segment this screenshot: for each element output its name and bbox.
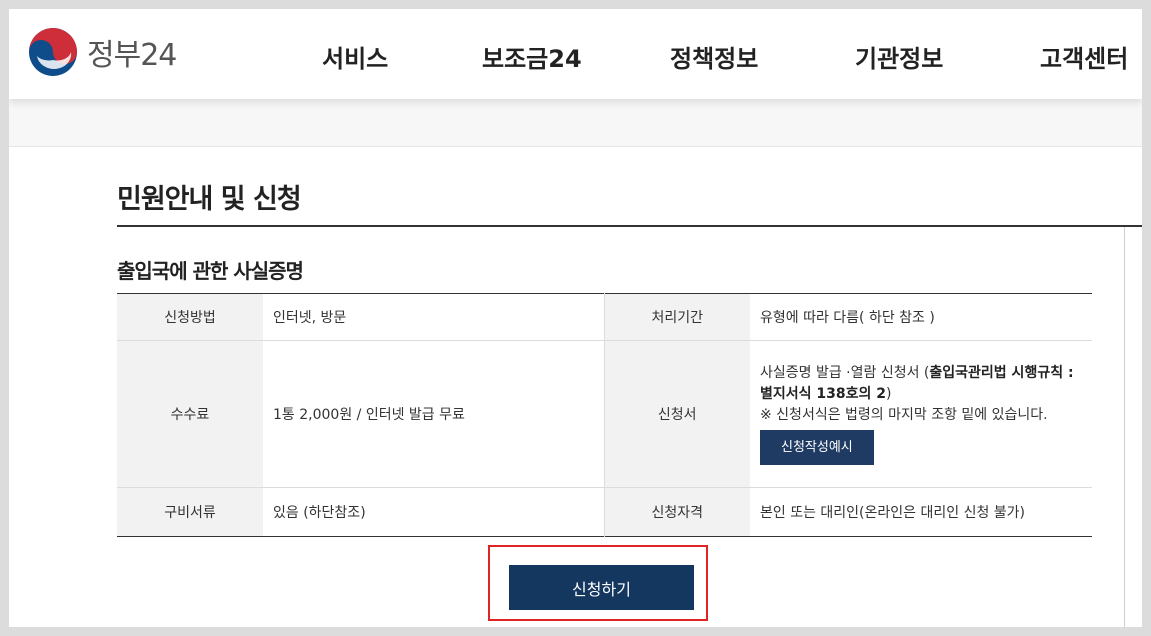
nav-item-policy-info[interactable]: 정책정보 xyxy=(670,39,758,74)
petition-info-table: 신청방법 인터넷, 방문 처리기간 유형에 따라 다름( 하단 참조 ) 수수료… xyxy=(117,293,1092,537)
nav-item-customer-center[interactable]: 고객센터 xyxy=(1040,39,1128,74)
table-row: 구비서류 있음 (하단참조) 신청자격 본인 또는 대리인(온라인은 대리인 신… xyxy=(117,487,1092,537)
table-row: 수수료 1통 2,000원 / 인터넷 발급 무료 신청서 사실증명 발급 ·열… xyxy=(117,340,1092,488)
form-description: 사실증명 발급 ·열람 신청서 (출입국관리법 시행규칙 : 별지서식 138호… xyxy=(750,340,1092,488)
sub-header-band xyxy=(9,99,1142,147)
nav-item-services[interactable]: 서비스 xyxy=(322,39,388,74)
fee-value: 1통 2,000원 / 인터넷 발급 무료 xyxy=(263,340,605,488)
nav-item-subsidy24[interactable]: 보조금24 xyxy=(482,39,582,74)
title-divider xyxy=(117,225,1142,227)
browser-viewport: 정부24 서비스 보조금24 정책정보 기관정보 고객센터 민원안내 및 신청 … xyxy=(9,9,1142,627)
main-nav: 서비스 보조금24 정책정보 기관정보 고객센터 xyxy=(9,39,1142,79)
page-title: 민원안내 및 신청 xyxy=(117,184,302,215)
form-example-button[interactable]: 신청작성예시 xyxy=(760,430,874,465)
method-label: 신청방법 xyxy=(117,293,263,341)
apply-button[interactable]: 신청하기 xyxy=(509,565,694,610)
fee-label: 수수료 xyxy=(117,340,263,488)
period-value: 유형에 따라 다름( 하단 참조 ) xyxy=(750,293,1092,341)
section-title: 출입국에 관한 사실증명 xyxy=(117,259,304,283)
nav-item-agency-info[interactable]: 기관정보 xyxy=(855,39,943,74)
docs-value: 있음 (하단참조) xyxy=(263,487,605,537)
form-label: 신청서 xyxy=(604,340,750,488)
qualification-label: 신청자격 xyxy=(604,487,750,537)
period-label: 처리기간 xyxy=(604,293,750,341)
content-side-divider xyxy=(1124,227,1125,627)
form-text: 사실증명 발급 ·열람 신청서 ( xyxy=(760,365,930,381)
form-note: ※ 신청서식은 법령의 마지막 조항 밑에 있습니다. xyxy=(760,407,1048,423)
method-value: 인터넷, 방문 xyxy=(263,293,605,341)
form-text-close: ) xyxy=(886,386,892,402)
docs-label: 구비서류 xyxy=(117,487,263,537)
qualification-value: 본인 또는 대리인(온라인은 대리인 신청 불가) xyxy=(760,505,1026,521)
table-row: 신청방법 인터넷, 방문 처리기간 유형에 따라 다름( 하단 참조 ) xyxy=(117,293,1092,341)
site-header: 정부24 서비스 보조금24 정책정보 기관정보 고객센터 xyxy=(9,9,1142,99)
